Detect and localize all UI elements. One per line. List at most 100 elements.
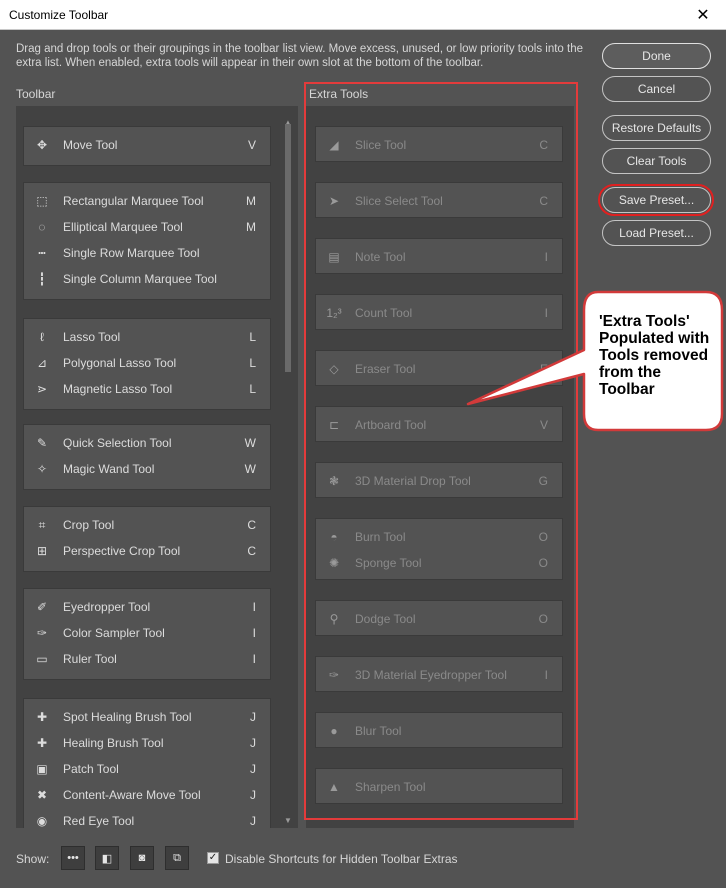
healing-brush-icon: ✚ xyxy=(36,736,48,750)
screen-mode-icon[interactable]: ⧉ xyxy=(165,846,189,870)
tool-row-slice-select-tool[interactable]: ➤ Slice Select Tool C xyxy=(316,188,562,214)
extra-tool-group[interactable]: ▤ Note Tool I xyxy=(315,238,563,274)
tool-row-ruler-tool[interactable]: ▭ Ruler Tool I xyxy=(24,646,270,672)
disable-shortcuts-checkbox[interactable]: ✓ xyxy=(207,852,219,864)
tool-row-burn-tool[interactable]: ◓ Burn Tool O xyxy=(316,524,562,550)
quick-mask-icon[interactable]: ◙ xyxy=(130,846,154,870)
extra-tool-group[interactable]: ● Blur Tool xyxy=(315,712,563,748)
tool-row-perspective-crop-tool[interactable]: ⊞ Perspective Crop Tool C xyxy=(24,538,270,564)
clear-tools-button[interactable]: Clear Tools xyxy=(602,148,711,174)
tool-row-crop-tool[interactable]: ⌗ Crop Tool C xyxy=(24,512,270,538)
cancel-button[interactable]: Cancel xyxy=(602,76,711,102)
extra-tool-group[interactable]: ➤ Slice Select Tool C xyxy=(315,182,563,218)
tool-group[interactable]: ✐ Eyedropper Tool I ✑ Color Sampler Tool I ▭ Ru… xyxy=(23,588,271,680)
restore-defaults-button[interactable]: Restore Defaults xyxy=(602,115,711,141)
more-icon[interactable]: ••• xyxy=(61,846,85,870)
perspective-crop-icon: ⊞ xyxy=(36,544,48,558)
tool-label: Count Tool xyxy=(355,306,413,320)
tool-row-sharpen-tool[interactable]: ▲ Sharpen Tool xyxy=(316,774,562,800)
extra-tool-group[interactable]: ◢ Slice Tool C xyxy=(315,126,563,162)
scroll-thumb[interactable] xyxy=(285,124,291,372)
load-preset-button[interactable]: Load Preset... xyxy=(602,220,711,246)
tool-group[interactable]: ⌗ Crop Tool C ⊞ Perspective Crop Tool C xyxy=(23,506,271,572)
color-sampler-icon: ✑ xyxy=(36,626,48,640)
sharpen-icon: ▲ xyxy=(328,780,340,794)
extra-tool-group[interactable]: ▲ Sharpen Tool xyxy=(315,768,563,804)
tool-row-color-sampler-tool[interactable]: ✑ Color Sampler Tool I xyxy=(24,620,270,646)
tool-row-polygonal-lasso-tool[interactable]: ⊿ Polygonal Lasso Tool L xyxy=(24,350,270,376)
tool-row-spot-healing-brush-tool[interactable]: ✚ Spot Healing Brush Tool J xyxy=(24,704,270,730)
slice-icon: ◢ xyxy=(329,138,339,152)
tool-shortcut: L xyxy=(249,382,256,396)
tool-row-eyedropper-tool[interactable]: ✐ Eyedropper Tool I xyxy=(24,594,270,620)
tool-row-dodge-tool[interactable]: ⚲ Dodge Tool O xyxy=(316,606,562,632)
move-icon: ✥ xyxy=(36,138,48,152)
tool-label: Sponge Tool xyxy=(355,556,422,570)
tool-row-slice-tool[interactable]: ◢ Slice Tool C xyxy=(316,132,562,158)
tool-label: Single Row Marquee Tool xyxy=(63,246,200,260)
quick-selection-icon: ✎ xyxy=(36,436,48,450)
tool-row-lasso-tool[interactable]: ℓ Lasso Tool L xyxy=(24,324,270,350)
tool-row-red-eye-tool[interactable]: ◉ Red Eye Tool J xyxy=(24,808,270,828)
tool-label: Move Tool xyxy=(63,138,118,152)
tool-group[interactable]: ✥ Move Tool V xyxy=(23,126,271,166)
tool-row-sponge-tool[interactable]: ✺ Sponge Tool O xyxy=(316,550,562,576)
tool-row-note-tool[interactable]: ▤ Note Tool I xyxy=(316,244,562,270)
tool-row-single-row-marquee-tool[interactable]: ┅ Single Row Marquee Tool xyxy=(24,240,270,266)
toolbar-scrollbar[interactable]: ▲ ▼ xyxy=(283,118,293,826)
tool-row-rectangular-marquee-tool[interactable]: ⬚ Rectangular Marquee Tool M xyxy=(24,188,270,214)
tool-row-single-column-marquee-tool[interactable]: ┇ Single Column Marquee Tool xyxy=(24,266,270,292)
burn-icon: ◓ xyxy=(330,530,338,544)
tool-row-magic-wand-tool[interactable]: ✧ Magic Wand Tool W xyxy=(24,456,270,482)
done-button[interactable]: Done xyxy=(602,43,711,69)
blur-icon: ● xyxy=(330,724,338,738)
tool-group[interactable]: ✚ Spot Healing Brush Tool J ✚ Healing Brush … xyxy=(23,698,271,828)
tool-label: Perspective Crop Tool xyxy=(63,544,181,558)
extra-tool-group[interactable]: ❃ 3D Material Drop Tool G xyxy=(315,462,563,498)
tool-shortcut: O xyxy=(538,530,548,544)
tool-row-3d-material-eyedropper-tool[interactable]: ✑ 3D Material Eyedropper Tool I xyxy=(316,662,562,688)
tool-label: Ruler Tool xyxy=(63,652,117,666)
extra-tool-group[interactable]: ✑ 3D Material Eyedropper Tool I xyxy=(315,656,563,692)
close-button[interactable]: ✕ xyxy=(680,0,726,30)
tool-shortcut: J xyxy=(250,762,256,776)
tool-group[interactable]: ⬚ Rectangular Marquee Tool M ◌ Elliptical Ma… xyxy=(23,182,271,300)
extra-tool-group[interactable]: ◓ Burn Tool O ✺ Sponge Tool O xyxy=(315,518,563,580)
save-preset-button[interactable]: Save Preset... xyxy=(602,187,711,213)
tool-label: Red Eye Tool xyxy=(63,814,135,828)
tool-shortcut: I xyxy=(252,626,256,640)
tool-row-patch-tool[interactable]: ▣ Patch Tool J xyxy=(24,756,270,782)
tool-label: Spot Healing Brush Tool xyxy=(63,710,192,724)
tool-row-3d-material-drop-tool[interactable]: ❃ 3D Material Drop Tool G xyxy=(316,468,562,494)
tool-row-healing-brush-tool[interactable]: ✚ Healing Brush Tool J xyxy=(24,730,270,756)
tool-shortcut: M xyxy=(246,194,256,208)
extra-tools-list[interactable]: ◢ Slice Tool C ➤ Slice Select Tool C ▤ Note Too… xyxy=(306,106,574,828)
disable-shortcuts-label: Disable Shortcuts for Hidden Toolbar Ext… xyxy=(225,852,458,866)
tool-row-blur-tool[interactable]: ● Blur Tool xyxy=(316,718,562,744)
tool-shortcut: G xyxy=(538,474,548,488)
3d-material-drop-icon: ❃ xyxy=(328,474,340,488)
tool-label: Slice Tool xyxy=(355,138,407,152)
tool-shortcut: V xyxy=(247,138,256,152)
eraser-icon: ◇ xyxy=(329,362,339,376)
tool-shortcut: L xyxy=(249,356,256,370)
swap-colors-icon[interactable]: ◧ xyxy=(95,846,119,870)
3d-material-eyedropper-icon: ✑ xyxy=(328,668,340,682)
tool-label: Healing Brush Tool xyxy=(63,736,164,750)
single-column-marquee-icon: ┇ xyxy=(38,272,46,286)
toolbar-list[interactable]: ✥ Move Tool V ⬚ Rectangular Marquee Tool M ◌ El… xyxy=(16,106,298,828)
tool-shortcut: C xyxy=(247,544,256,558)
tool-group[interactable]: ✎ Quick Selection Tool W ✧ Magic Wand Tool W xyxy=(23,424,271,490)
tool-shortcut: L xyxy=(249,330,256,344)
tool-row-move-tool[interactable]: ✥ Move Tool V xyxy=(24,132,270,158)
tool-row-magnetic-lasso-tool[interactable]: ⋗ Magnetic Lasso Tool L xyxy=(24,376,270,402)
tool-shortcut: M xyxy=(246,220,256,234)
tool-label: Patch Tool xyxy=(63,762,119,776)
tool-row-content-aware-move-tool[interactable]: ✖ Content-Aware Move Tool J xyxy=(24,782,270,808)
scroll-down-arrow-icon[interactable]: ▼ xyxy=(283,816,293,826)
tool-label: Note Tool xyxy=(355,250,406,264)
tool-group[interactable]: ℓ Lasso Tool L ⊿ Polygonal Lasso Tool L ⋗ Magne… xyxy=(23,318,271,410)
tool-row-quick-selection-tool[interactable]: ✎ Quick Selection Tool W xyxy=(24,430,270,456)
extra-tool-group[interactable]: ⚲ Dodge Tool O xyxy=(315,600,563,636)
tool-row-elliptical-marquee-tool[interactable]: ◌ Elliptical Marquee Tool M xyxy=(24,214,270,240)
